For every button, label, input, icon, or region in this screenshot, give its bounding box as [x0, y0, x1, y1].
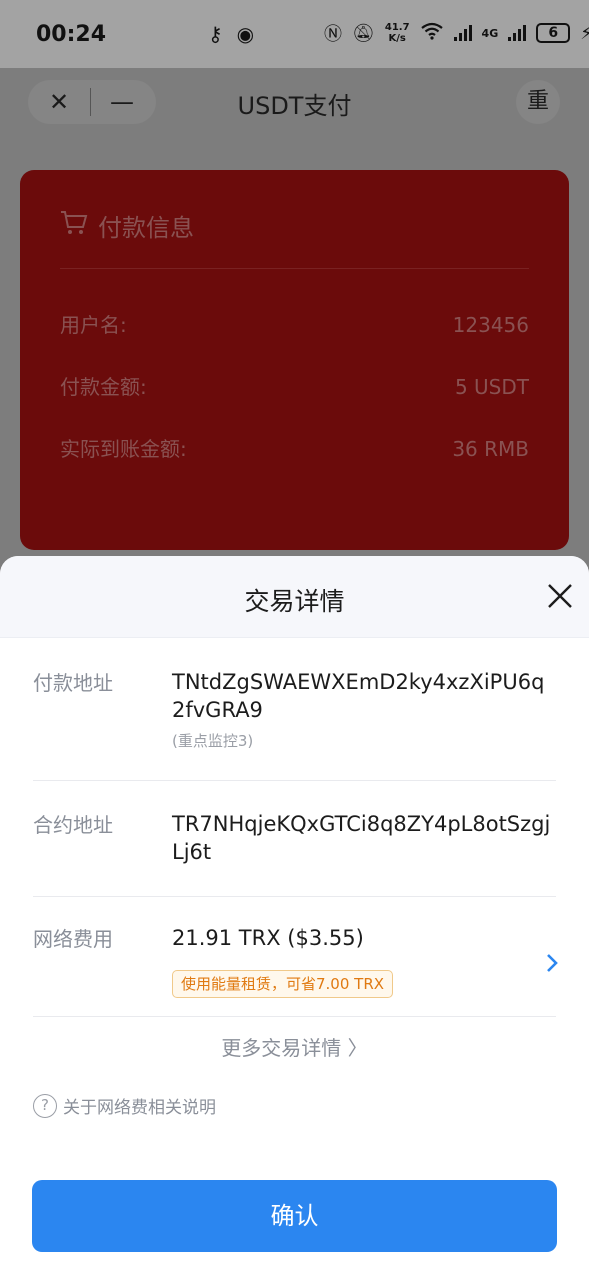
transaction-details-sheet: 交易详情 付款地址 TNtdZgSWAEWXEmD2ky4xzXiPU6q2fv…: [0, 556, 589, 1280]
top-bar: ✕ — USDT支付 重: [0, 68, 589, 136]
wifi-icon: [420, 22, 444, 45]
card-heading: 付款信息: [98, 214, 194, 242]
network-fee-label: 网络费用: [33, 927, 113, 951]
help-text: 关于网络费相关说明: [63, 1098, 216, 1118]
payment-info-card: 付款信息 用户名: 123456 付款金额: 5 USDT 实际到账金额: 36…: [20, 170, 569, 550]
question-icon: ?: [33, 1093, 57, 1118]
status-icons-left: ⚷ ◉: [208, 22, 254, 46]
cart-icon: [60, 210, 88, 242]
card-divider: [60, 268, 529, 269]
charging-icon: ⚡: [580, 22, 589, 44]
payment-address-label: 付款地址: [33, 671, 113, 695]
energy-rental-tag[interactable]: 使用能量租赁，可省7.00 TRX: [172, 970, 394, 998]
row-value: 5 USDT: [454, 375, 529, 399]
page-title: USDT支付: [237, 92, 352, 120]
network-fee-value: 21.91 TRX ($3.55): [172, 926, 364, 950]
sheet-header: 交易详情: [0, 556, 589, 638]
more-details-link[interactable]: 更多交易详情 〉: [0, 1032, 589, 1061]
signal-icon-2: [508, 25, 527, 41]
contract-address-label: 合约地址: [33, 813, 113, 837]
row-value: 123456: [452, 313, 529, 337]
divider: [33, 896, 556, 897]
nfc-icon: Ⓝ: [324, 24, 342, 45]
row-key: 付款金额:: [60, 375, 147, 399]
payment-address-row: 付款地址 TNtdZgSWAEWXEmD2ky4xzXiPU6q2fvGRA9 …: [33, 668, 556, 768]
sheet-title: 交易详情: [244, 587, 345, 616]
divider: [33, 780, 556, 781]
payment-address-value: TNtdZgSWAEWXEmD2ky4xzXiPU6q2fvGRA9: [172, 670, 545, 722]
network-fee-help[interactable]: ? 关于网络费相关说明: [33, 1093, 216, 1118]
card-header: 付款信息: [60, 208, 194, 243]
row-value: 36 RMB: [452, 437, 529, 461]
eye-icon: ◉: [236, 22, 255, 46]
status-time: 00:24: [36, 22, 107, 47]
refresh-button[interactable]: 重: [516, 80, 560, 124]
contract-address-value: TR7NHqjeKQxGTCi8q8ZY4pL8otSzgjLj6t: [172, 812, 551, 864]
payment-address-note: (重点监控3): [172, 732, 254, 750]
key-icon: ⚷: [208, 22, 223, 46]
battery-icon: 6: [536, 23, 571, 43]
contract-address-row: 合约地址 TR7NHqjeKQxGTCi8q8ZY4pL8otSzgjLj6t: [33, 810, 556, 870]
row-key: 实际到账金额:: [60, 437, 187, 461]
network-fee-row[interactable]: 网络费用 21.91 TRX ($3.55) 使用能量租赁，可省7.00 TRX: [33, 924, 559, 1014]
chevron-right-icon[interactable]: [545, 952, 559, 974]
signal-icon: [453, 25, 472, 41]
confirm-button[interactable]: 确认: [32, 1180, 557, 1252]
divider: [33, 1016, 556, 1017]
status-icons-right: Ⓝ 🔕︎ 41.7 K/s 4G 6 ⚡: [324, 20, 589, 46]
status-bar: 00:24 ⚷ ◉ Ⓝ 🔕︎ 41.7 K/s 4G 6 ⚡: [0, 0, 589, 68]
close-icon[interactable]: [544, 580, 576, 612]
network-type: 4G: [481, 26, 499, 40]
net-speed: 41.7 K/s: [384, 22, 410, 44]
row-key: 用户名:: [60, 313, 127, 337]
mute-icon: 🔕︎: [352, 22, 375, 44]
